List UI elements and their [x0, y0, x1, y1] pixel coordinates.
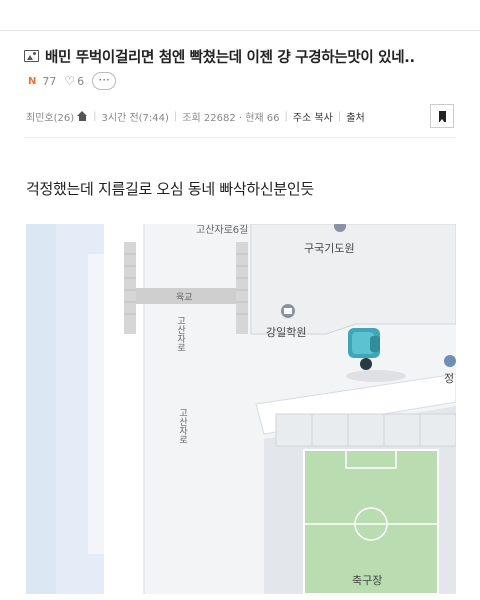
map-graphic	[26, 224, 456, 594]
post-stats: N 77 ♡ 6 ···	[28, 71, 117, 91]
map-label-road-center: 고산자로	[177, 408, 187, 444]
bookmark-icon	[439, 111, 446, 123]
post-body-text: 걱정했는데 지름길로 오심 동네 빠삭하신분인듯	[26, 180, 314, 198]
map-label-road-left: 고산자로	[175, 316, 185, 352]
map-label-road-top: 고산자로6길	[196, 225, 249, 236]
map-image: 고산자로6길 육교 고산자로 고산자로 구국기도원 강일학원 정 축구장	[26, 224, 456, 594]
author-name[interactable]: 최민호(26)	[26, 109, 74, 124]
view-count: 조회 22682 · 현재 66	[182, 112, 280, 124]
comment-count[interactable]: 77	[42, 75, 56, 88]
post-meta: 최민호(26) | 3시간 전(7:44) | 조회 22682 · 현재 66…	[26, 109, 365, 124]
post-time: 3시간 전(7:44)	[101, 112, 169, 124]
copy-url-link[interactable]: 주소 복사	[293, 109, 333, 124]
new-badge: N	[28, 75, 37, 87]
map-poi-church: 구국기도원	[304, 242, 355, 255]
more-button[interactable]: ···	[92, 72, 117, 90]
top-divider	[0, 30, 480, 31]
image-icon	[24, 50, 39, 62]
map-poi-partial: 정	[444, 372, 455, 385]
source-link[interactable]: 출처	[346, 109, 364, 124]
home-icon[interactable]	[77, 111, 88, 121]
post-title[interactable]: 배민 뚜벅이걸리면 첨엔 빡쳤는데 이젠 걍 구경하는맛이 있네..	[45, 46, 415, 67]
like-count: 6	[77, 74, 85, 88]
map-poi-soccer-field: 축구장	[352, 574, 383, 587]
content-divider	[24, 137, 456, 138]
map-label-bridge: 육교	[176, 293, 193, 303]
bookmark-button[interactable]	[430, 104, 454, 128]
thumbs-up-icon[interactable]: ♡	[64, 74, 75, 88]
map-poi-academy: 강일학원	[266, 326, 307, 339]
post-title-row: 배민 뚜벅이걸리면 첨엔 빡쳤는데 이젠 걍 구경하는맛이 있네..	[24, 44, 464, 68]
